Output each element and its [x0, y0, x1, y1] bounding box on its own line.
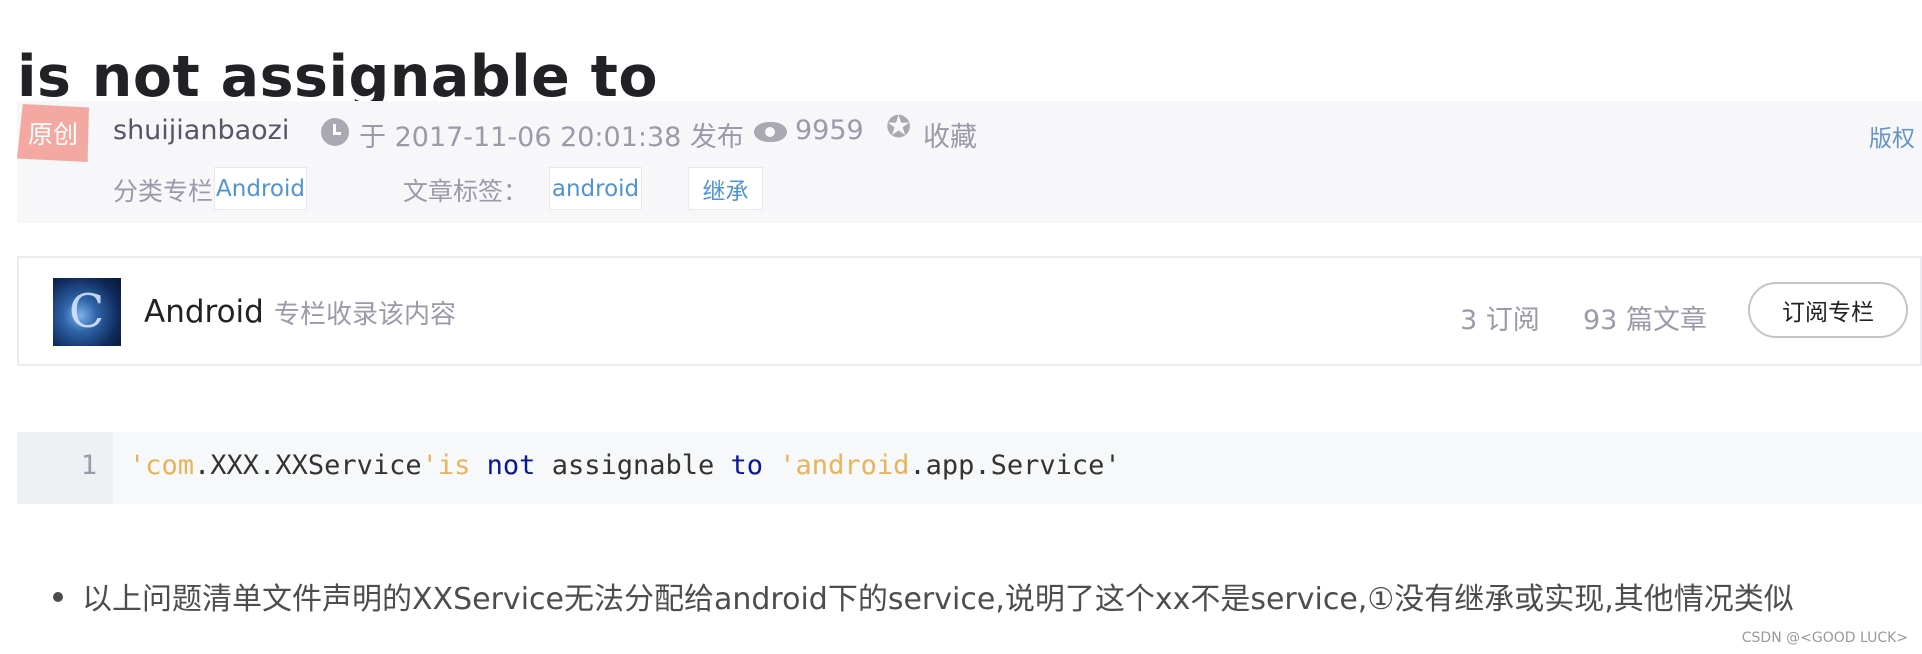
column-article-count: 93 篇文章	[1583, 305, 1707, 336]
line-number: 1	[80, 450, 97, 481]
tag-android[interactable]: android	[549, 167, 642, 210]
column-name[interactable]: Android	[144, 294, 264, 330]
code-keyword: not	[486, 450, 536, 481]
code-keyword: to	[730, 450, 764, 481]
tag-label: 文章标签：	[403, 177, 529, 206]
column-thumbnail[interactable]	[53, 278, 121, 346]
code-gutter: 1	[17, 432, 113, 504]
original-badge: 原创	[17, 104, 89, 162]
subscribe-column-button[interactable]: 订阅专栏	[1748, 282, 1908, 338]
publish-date: 于 2017-11-06 20:01:38 发布	[359, 122, 744, 153]
tag-inheritance[interactable]: 继承	[688, 167, 763, 210]
code-token: assignable	[535, 450, 731, 481]
category-tag-android[interactable]: Android	[214, 167, 307, 210]
copyright-link[interactable]: 版权	[1869, 119, 1915, 153]
watermark: CSDN @<GOOD LUCK>	[1741, 630, 1908, 646]
eye-icon	[754, 122, 787, 142]
article-meta: 原创 shuijianbaozi 于 2017-11-06 20:01:38 发…	[17, 101, 1922, 223]
code-token: .XXX.XXService	[194, 450, 422, 481]
column-description: 专栏收录该内容	[274, 300, 457, 330]
code-token: 'is	[421, 450, 471, 481]
body-bullet-text: 以上问题清单文件声明的XXService无法分配给android下的servic…	[82, 582, 1794, 617]
code-token: 'android	[779, 450, 910, 481]
code-token: .app.Service'	[909, 450, 1121, 481]
column-card: Android 专栏收录该内容 3 订阅 93 篇文章 订阅专栏	[17, 256, 1922, 366]
code-block: 1 'com.XXX.XXService'is not assignable t…	[17, 432, 1922, 504]
star-icon[interactable]: ✪	[886, 113, 911, 143]
view-count: 9959	[795, 115, 864, 146]
clock-icon	[321, 118, 349, 146]
author-link[interactable]: shuijianbaozi	[113, 115, 289, 146]
code-token: 'com	[129, 450, 195, 481]
column-subscriber-count: 3 订阅	[1460, 305, 1540, 336]
bullet-marker	[53, 592, 63, 602]
favorite-button[interactable]: 收藏	[923, 115, 977, 154]
code-line: 'com.XXX.XXService'is not assignable to …	[129, 450, 1121, 481]
